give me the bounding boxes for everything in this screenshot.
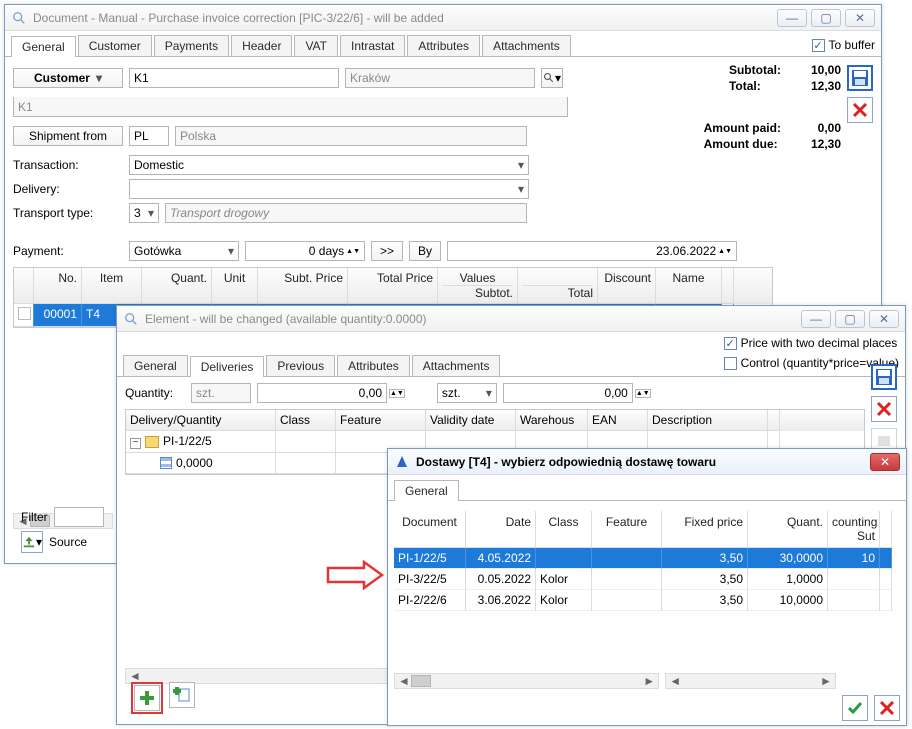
quantity-unit1 <box>191 383 251 403</box>
tab-attachments[interactable]: Attachments <box>412 355 501 376</box>
totals-block: Subtotal:10,00 Total:12,30 <box>729 63 841 93</box>
dostawy-titlebar: Dostawy [T4] - wybierz odpowiednią dosta… <box>388 449 906 475</box>
shipment-from-button[interactable]: Shipment from <box>13 126 123 146</box>
app-icon <box>394 454 410 470</box>
tab-general[interactable]: General <box>394 480 459 501</box>
quantity-value2[interactable] <box>503 383 633 403</box>
items-grid-header: No. Item Quant. Unit Subt. Price Total P… <box>14 268 772 304</box>
tab-customer[interactable]: Customer <box>78 35 152 56</box>
folder-icon <box>145 436 159 448</box>
to-buffer-checkbox[interactable]: ✓ To buffer <box>812 38 875 52</box>
dostawy-header: Document Date Class Feature Fixed price … <box>394 511 900 548</box>
quantity-unit2-select[interactable]: szt.▾ <box>437 383 497 403</box>
dostawy-grid: Document Date Class Feature Fixed price … <box>394 511 900 611</box>
maximize-button[interactable]: ▢ <box>835 310 865 328</box>
dostawy-row[interactable]: PI-1/22/5 4.05.2022 3,50 30,0000 10 <box>394 548 900 569</box>
transport-label: Transport type: <box>13 206 123 220</box>
dostawy-hscroll-right[interactable]: ◄► <box>665 673 836 689</box>
ship-country-field <box>175 126 527 146</box>
document-side-tools <box>847 65 875 123</box>
delivery-label: Delivery: <box>13 182 123 196</box>
document-title: Document - Manual - Purchase invoice cor… <box>33 11 777 25</box>
payment-date-input[interactable]: 23.06.2022▲▼ <box>447 241 737 261</box>
customer-code-input[interactable] <box>129 68 339 88</box>
dostawy-hscroll-left[interactable]: ◄► <box>394 673 659 689</box>
tab-previous[interactable]: Previous <box>266 355 335 376</box>
save-button[interactable] <box>871 364 897 390</box>
quantity-value1[interactable] <box>257 383 387 403</box>
dostawy-row[interactable]: PI-2/22/6 3.06.2022 Kolor 3,50 10,0000 <box>394 590 900 611</box>
dostawy-window: Dostawy [T4] - wybierz odpowiednią dosta… <box>387 448 907 726</box>
dostawy-tabstrip: General <box>388 475 906 501</box>
payment-days-input[interactable]: 0 days▲▼ <box>245 241 365 261</box>
payment-fwd-button[interactable]: >> <box>371 241 403 261</box>
filter-input[interactable] <box>54 507 104 527</box>
delete-button[interactable] <box>871 396 897 422</box>
magnify-icon <box>123 311 139 327</box>
cancel-button[interactable] <box>874 695 900 721</box>
minimize-button[interactable]: — <box>777 9 807 27</box>
transaction-select[interactable]: Domestic▾ <box>129 155 529 175</box>
transport-code-select[interactable]: 3▾ <box>129 203 159 223</box>
quantity-label: Quantity: <box>125 386 185 400</box>
document-tabstrip: General Customer Payments Header VAT Int… <box>5 31 881 57</box>
payment-method-select[interactable]: Gotówka▾ <box>129 241 239 261</box>
add-button-highlight <box>131 682 163 714</box>
minimize-button[interactable]: — <box>801 310 831 328</box>
confirm-button[interactable] <box>842 695 868 721</box>
customer-search-button[interactable]: ▾ <box>541 68 563 88</box>
tab-general[interactable]: General <box>123 355 188 376</box>
dostawy-title: Dostawy [T4] - wybierz odpowiednią dosta… <box>416 455 870 469</box>
price-decimal-checkbox[interactable]: ✓Price with two decimal places <box>724 336 899 350</box>
tab-attachments[interactable]: Attachments <box>482 35 571 56</box>
close-button[interactable]: ✕ <box>845 9 875 27</box>
tab-general[interactable]: General <box>11 36 76 57</box>
tab-attributes[interactable]: Attributes <box>407 35 480 56</box>
ship-code-input[interactable] <box>129 126 169 146</box>
element-title: Element - will be changed (available qua… <box>145 312 801 326</box>
close-button[interactable]: ✕ <box>870 453 900 471</box>
tab-vat[interactable]: VAT <box>294 35 338 56</box>
tab-payments[interactable]: Payments <box>154 35 229 56</box>
element-titlebar: Element - will be changed (available qua… <box>117 306 905 332</box>
payment-label: Payment: <box>13 244 123 258</box>
delivery-select[interactable]: ▾ <box>129 179 529 199</box>
delete-button[interactable] <box>847 97 873 123</box>
payment-by-button[interactable]: By <box>409 241 441 261</box>
to-buffer-label: To buffer <box>829 38 875 52</box>
customer-line2 <box>13 97 568 117</box>
dostawy-row[interactable]: PI-3/22/5 0.05.2022 Kolor 3,50 1,0000 <box>394 569 900 590</box>
transport-desc-field <box>165 203 527 223</box>
tab-intrastat[interactable]: Intrastat <box>340 35 405 56</box>
element-tabstrip: General Deliveries Previous Attributes A… <box>117 332 905 377</box>
document-titlebar: Document - Manual - Purchase invoice cor… <box>5 5 881 31</box>
tab-header[interactable]: Header <box>231 35 292 56</box>
add-doc-button[interactable] <box>169 682 195 708</box>
add-button[interactable] <box>134 685 160 711</box>
close-button[interactable]: ✕ <box>869 310 899 328</box>
transaction-label: Transaction: <box>13 158 123 172</box>
magnify-icon <box>11 10 27 26</box>
source-label: Source <box>49 535 87 549</box>
filter-label: Filter <box>21 510 48 524</box>
customer-city-field <box>345 68 535 88</box>
export-button[interactable]: ▾ <box>21 531 43 553</box>
document-icon <box>160 457 172 469</box>
save-button[interactable] <box>847 65 873 91</box>
maximize-button[interactable]: ▢ <box>811 9 841 27</box>
arrow-callout-icon <box>326 560 386 590</box>
tab-attributes[interactable]: Attributes <box>337 355 410 376</box>
customer-button[interactable]: Customer▾ <box>13 68 123 88</box>
tab-deliveries[interactable]: Deliveries <box>190 356 265 377</box>
